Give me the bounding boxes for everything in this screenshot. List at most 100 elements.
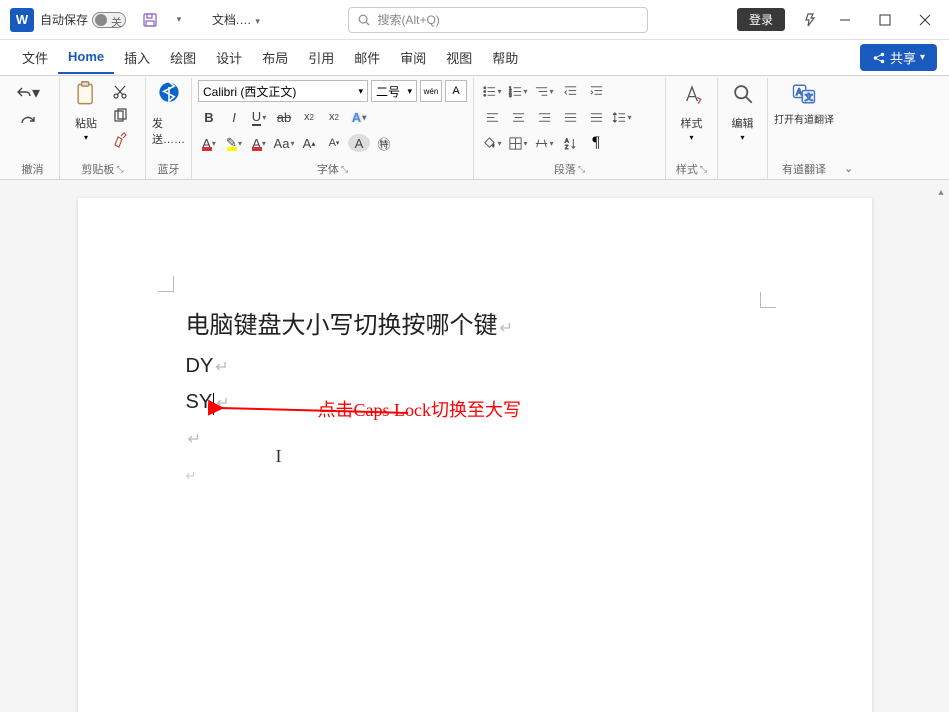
styles-dialog-launcher[interactable]: ⤡: [700, 164, 707, 175]
decrease-indent-button[interactable]: [558, 80, 582, 102]
editing-button[interactable]: 编辑▾: [729, 80, 757, 142]
tab-references[interactable]: 引用: [298, 40, 344, 75]
font-color-button[interactable]: A▾: [248, 132, 270, 154]
tab-draw[interactable]: 绘图: [160, 40, 206, 75]
redo-button[interactable]: [12, 110, 44, 132]
document-page[interactable]: 电脑键盘大小写切换按哪个键↵ DY↵ SY↵ ↵ ↵ 点击Caps Lock切换…: [78, 198, 872, 712]
tab-view[interactable]: 视图: [436, 40, 482, 75]
paste-button[interactable]: 粘贴 ▾: [66, 80, 106, 142]
shrink-font-button[interactable]: A▾: [323, 132, 345, 154]
title-bar: W 自动保存 关 文档.… 搜索(Alt+Q) 登录: [0, 0, 949, 40]
youdao-translate-button[interactable]: A文 打开有道翻译: [774, 80, 834, 126]
strikethrough-button[interactable]: ab: [273, 106, 295, 128]
tab-mailings[interactable]: 邮件: [344, 40, 390, 75]
highlight-button[interactable]: ✎▾: [223, 132, 245, 154]
undo-button[interactable]: ▾: [12, 82, 44, 104]
tab-help[interactable]: 帮助: [482, 40, 528, 75]
line-spacing-button[interactable]: ▾: [610, 106, 634, 128]
qat-more-button[interactable]: [164, 6, 192, 34]
tab-file[interactable]: 文件: [12, 40, 58, 75]
close-button[interactable]: [905, 5, 945, 35]
paragraph-mark-icon: ↵: [500, 320, 513, 337]
ibeam-cursor-icon: I: [276, 446, 282, 467]
share-button[interactable]: 共享▾: [860, 44, 937, 71]
login-button[interactable]: 登录: [737, 8, 785, 31]
borders-button[interactable]: ▾: [506, 132, 530, 154]
clipboard-dialog-launcher[interactable]: ⤡: [116, 164, 123, 175]
paragraph-mark-icon: ↵: [186, 468, 197, 483]
text-effects-button[interactable]: A▾: [348, 106, 370, 128]
doc-line-5[interactable]: ↵: [186, 456, 764, 492]
svg-text:A: A: [564, 138, 568, 144]
doc-line-2[interactable]: DY↵: [186, 348, 764, 384]
margin-mark-top-left: [158, 276, 174, 292]
group-font: Calibri (西文正文)▾ 二号▾ wén A B I U▾ ab x2 x…: [192, 78, 474, 179]
show-marks-button[interactable]: ¶: [584, 132, 608, 154]
sort-button[interactable]: AZ: [558, 132, 582, 154]
distributed-button[interactable]: [584, 106, 608, 128]
styles-button[interactable]: 样式▾: [678, 80, 706, 142]
italic-button[interactable]: I: [223, 106, 245, 128]
group-font-label: 字体: [317, 161, 339, 177]
cut-button[interactable]: [108, 82, 132, 102]
font-dialog-launcher[interactable]: ⤡: [341, 164, 348, 175]
maximize-button[interactable]: [865, 5, 905, 35]
document-name[interactable]: 文档.…: [212, 11, 251, 28]
character-shading-button[interactable]: A: [348, 134, 370, 152]
font-color-a-button[interactable]: A▾: [198, 132, 220, 154]
phonetic-guide-button[interactable]: wén: [420, 80, 442, 102]
group-styles: 样式▾ 样式⤡: [666, 78, 718, 179]
search-box[interactable]: 搜索(Alt+Q): [348, 7, 648, 33]
vertical-scrollbar[interactable]: ▴: [934, 184, 948, 711]
tab-home[interactable]: Home: [58, 41, 114, 74]
align-left-button[interactable]: [480, 106, 504, 128]
scroll-up-button[interactable]: ▴: [934, 184, 948, 200]
group-clipboard: 粘贴 ▾ 剪贴板⤡: [60, 78, 146, 179]
align-center-button[interactable]: [506, 106, 530, 128]
copy-button[interactable]: [108, 106, 132, 126]
numbering-button[interactable]: 123▾: [506, 80, 530, 102]
shading-button[interactable]: ▾: [480, 132, 504, 154]
paragraph-mark-icon: ↵: [215, 359, 228, 376]
document-area[interactable]: 电脑键盘大小写切换按哪个键↵ DY↵ SY↵ ↵ ↵ 点击Caps Lock切换…: [0, 180, 949, 712]
collapse-ribbon-button[interactable]: ⌄: [840, 78, 857, 179]
search-icon: [357, 13, 371, 27]
font-size-combo[interactable]: 二号▾: [371, 80, 417, 102]
tab-design[interactable]: 设计: [206, 40, 252, 75]
underline-button[interactable]: U▾: [248, 106, 270, 128]
character-border-button[interactable]: A: [445, 80, 467, 102]
superscript-button[interactable]: x2: [323, 106, 345, 128]
tab-review[interactable]: 审阅: [390, 40, 436, 75]
svg-text:A: A: [796, 87, 802, 97]
group-styles-label: 样式: [676, 161, 698, 177]
bold-button[interactable]: B: [198, 106, 220, 128]
increase-indent-button[interactable]: [584, 80, 608, 102]
doc-title-line[interactable]: 电脑键盘大小写切换按哪个键↵: [186, 304, 764, 348]
coming-soon-button[interactable]: [797, 6, 825, 34]
asian-layout-button[interactable]: ▾: [532, 132, 556, 154]
grow-font-button[interactable]: A▴: [298, 132, 320, 154]
justify-button[interactable]: [558, 106, 582, 128]
minimize-button[interactable]: [825, 5, 865, 35]
align-right-button[interactable]: [532, 106, 556, 128]
enclose-characters-button[interactable]: ㊕: [373, 132, 395, 154]
svg-text:文: 文: [805, 92, 813, 102]
group-translate: A文 打开有道翻译 有道翻译: [768, 78, 840, 179]
ribbon: ▾ 撤消 粘贴 ▾ 剪贴板⤡ 发送…… 蓝牙: [0, 76, 949, 180]
multilevel-list-button[interactable]: ▾: [532, 80, 556, 102]
subscript-button[interactable]: x2: [298, 106, 320, 128]
change-case-button[interactable]: Aa▾: [273, 132, 295, 154]
tab-layout[interactable]: 布局: [252, 40, 298, 75]
autosave-toggle[interactable]: 关: [92, 12, 126, 28]
document-name-dropdown[interactable]: [253, 11, 260, 29]
format-painter-button[interactable]: [108, 130, 132, 150]
bluetooth-send-button[interactable]: 发送……: [152, 80, 185, 147]
font-name-combo[interactable]: Calibri (西文正文)▾: [198, 80, 368, 102]
group-bluetooth: 发送…… 蓝牙: [146, 78, 192, 179]
group-editing: 编辑▾: [718, 78, 768, 179]
bullets-button[interactable]: ▾: [480, 80, 504, 102]
save-button[interactable]: [136, 6, 164, 34]
tab-insert[interactable]: 插入: [114, 40, 160, 75]
share-icon: [872, 51, 886, 65]
paragraph-dialog-launcher[interactable]: ⤡: [578, 164, 585, 175]
